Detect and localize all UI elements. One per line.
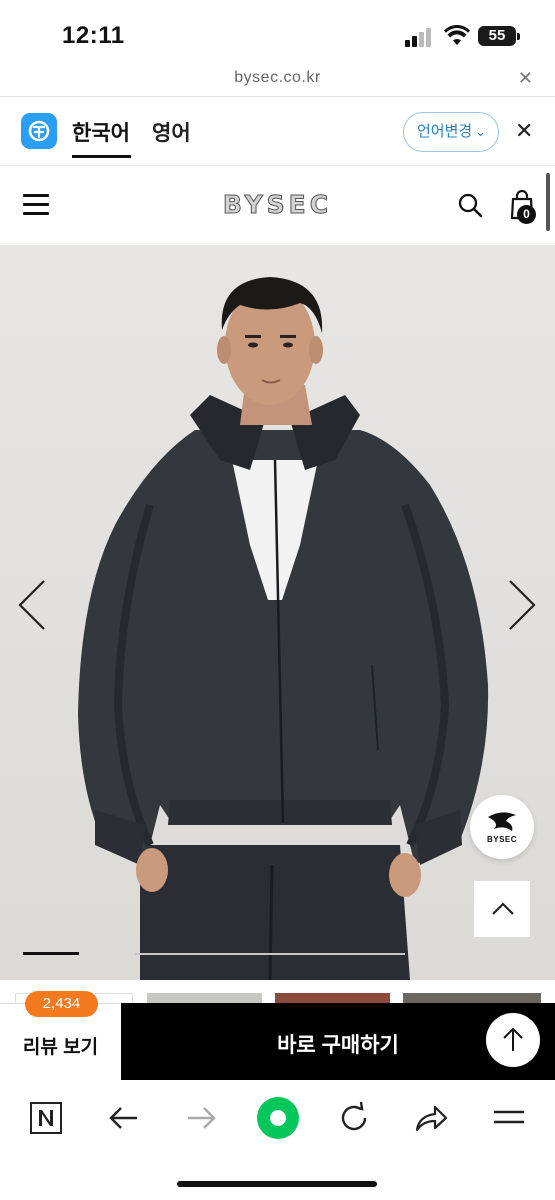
chevron-down-icon: ⌄ <box>475 124 486 139</box>
review-button-label: 리뷰 보기 <box>22 1037 99 1058</box>
tab-korean[interactable]: 한국어 <box>72 117 130 147</box>
share-icon[interactable] <box>411 1098 451 1138</box>
scroll-up-button[interactable] <box>486 1013 540 1067</box>
product-image-carousel[interactable] <box>0 245 555 980</box>
scroll-top-button[interactable] <box>473 880 531 938</box>
change-language-label: 언어변경 <box>417 123 473 140</box>
carousel-prev-icon[interactable] <box>16 577 48 633</box>
url-bar[interactable]: bysec.co.kr ✕ <box>0 66 555 94</box>
menu-icon[interactable] <box>489 1098 529 1138</box>
battery-icon: 55 <box>478 26 520 46</box>
review-count-badge: 2,434 <box>25 991 98 1017</box>
status-bar: 12:11 55 <box>0 0 555 66</box>
site-header: BYSEC <box>0 166 555 244</box>
product-photo <box>0 245 555 980</box>
home-indicator[interactable] <box>177 1181 377 1187</box>
url-text[interactable]: bysec.co.kr <box>0 69 555 87</box>
forward-icon[interactable] <box>181 1098 221 1138</box>
close-icon[interactable]: ✕ <box>518 68 533 89</box>
naver-icon[interactable] <box>26 1098 66 1138</box>
carousel-next-icon[interactable] <box>506 577 538 633</box>
search-icon[interactable] <box>457 192 483 218</box>
cellular-signal-icon <box>405 28 431 47</box>
translate-bar: 한국어 영어 언어변경 ⌄ ✕ <box>0 96 555 166</box>
bysec-mark-icon <box>488 812 516 831</box>
slide-indicator-track <box>135 953 405 955</box>
wifi-icon <box>444 25 470 45</box>
active-tab-underline <box>72 155 131 158</box>
slide-indicator-active <box>23 952 79 955</box>
translate-close-icon[interactable]: ✕ <box>515 118 533 144</box>
bysec-float-label: BYSEC <box>486 835 518 844</box>
bysec-floating-button[interactable]: BYSEC <box>470 795 534 859</box>
status-time: 12:11 <box>62 22 125 49</box>
chevron-up-icon <box>492 902 514 915</box>
tab-english[interactable]: 영어 <box>152 117 191 147</box>
scrollbar[interactable] <box>546 173 550 231</box>
back-icon[interactable] <box>104 1098 144 1138</box>
arrow-up-icon <box>503 1027 523 1051</box>
green-home-icon[interactable] <box>256 1096 300 1140</box>
translate-logo-icon <box>21 113 57 149</box>
refresh-icon[interactable] <box>334 1098 374 1138</box>
change-language-button[interactable]: 언어변경 ⌄ <box>403 112 499 152</box>
cart-count-badge: 0 <box>517 205 536 224</box>
